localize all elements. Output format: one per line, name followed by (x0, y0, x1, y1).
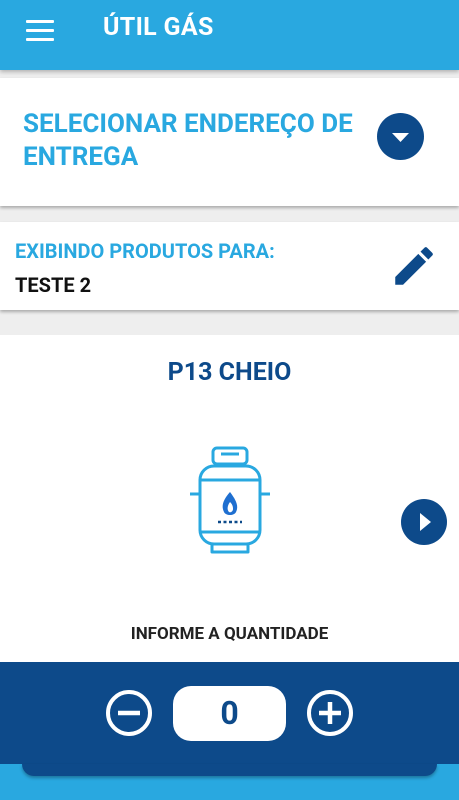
increase-quantity-button[interactable] (306, 689, 354, 737)
bottom-action-button[interactable] (22, 764, 437, 776)
plus-circle-icon (307, 690, 353, 736)
edit-pencil-icon (395, 247, 433, 285)
decrease-quantity-button[interactable] (105, 689, 153, 737)
edit-button[interactable] (389, 241, 439, 291)
quantity-label: INFORME A QUANTIDADE (130, 624, 329, 644)
minus-circle-icon (106, 690, 152, 736)
select-address-label: SELECIONAR ENDEREÇO DE ENTREGA (23, 109, 353, 172)
product-name: P13 CHEIO (167, 358, 292, 387)
showing-products-label: EXIBINDO PRODUTOS PARA: (15, 239, 275, 263)
app-bar: ÚTIL GÁS (0, 0, 459, 70)
address-dropdown-button[interactable] (377, 113, 424, 160)
showing-products-value: TESTE 2 (15, 273, 92, 297)
next-product-button[interactable] (401, 499, 447, 545)
menu-icon[interactable] (26, 20, 54, 42)
chevron-down-icon (392, 133, 409, 142)
play-icon (420, 513, 431, 531)
quantity-field[interactable]: 0 (173, 686, 286, 741)
app-title: ÚTIL GÁS (103, 13, 214, 42)
gas-cylinder-icon (190, 446, 270, 554)
